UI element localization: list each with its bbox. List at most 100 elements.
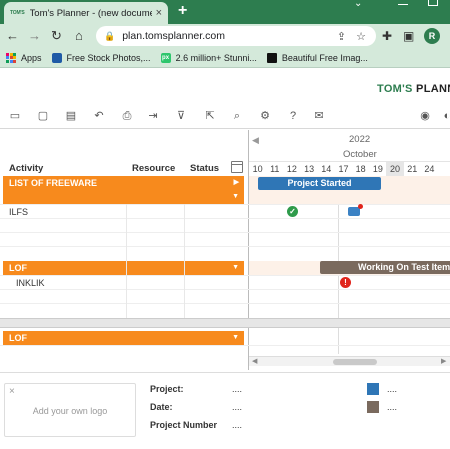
- check-icon[interactable]: ✓: [287, 206, 298, 217]
- import-icon[interactable]: ⇥: [146, 109, 160, 123]
- scroll-left-icon[interactable]: ◀: [252, 357, 257, 367]
- column-separator: [126, 204, 127, 318]
- timeline-group-bg: [249, 190, 450, 204]
- timeline-horizontal-scrollbar[interactable]: ◀ ▶: [249, 356, 450, 366]
- project-label: Project:: [150, 384, 184, 394]
- document-footer: × Add your own logo Project: .... Date: …: [0, 372, 450, 449]
- reload-icon[interactable]: ↻: [51, 28, 62, 44]
- logo-placeholder: Add your own logo: [32, 406, 108, 416]
- group-row-list-of-freeware[interactable]: LIST OF FREEWARE ▶: [3, 176, 244, 190]
- group-row-lof-2[interactable]: LOF ▼: [3, 331, 244, 345]
- legend-value[interactable]: ....: [387, 402, 397, 412]
- scrollbar-thumb[interactable]: [333, 359, 377, 365]
- tab-close-icon[interactable]: ×: [156, 7, 162, 19]
- table-row[interactable]: [0, 232, 450, 246]
- print-icon[interactable]: ⎙: [120, 109, 134, 123]
- minimize-icon[interactable]: [398, 4, 408, 5]
- export-icon[interactable]: ⇱: [203, 109, 217, 123]
- new-document-icon[interactable]: ▭: [8, 109, 22, 123]
- collaborate-icon[interactable]: ◐: [440, 109, 450, 123]
- forward-icon[interactable]: →: [28, 28, 41, 44]
- save-icon[interactable]: ▤: [64, 109, 78, 123]
- group-label: LOF: [9, 263, 27, 273]
- column-activity[interactable]: Activity: [9, 163, 43, 174]
- comment-icon[interactable]: [348, 204, 363, 216]
- scroll-right-icon[interactable]: ▶: [441, 357, 446, 367]
- bookmark-free-stock[interactable]: Free Stock Photos,...: [51, 52, 151, 63]
- share-icon[interactable]: ⇪: [337, 30, 346, 43]
- bookmark-apps[interactable]: Apps: [6, 52, 42, 63]
- open-folder-icon[interactable]: ▢: [36, 109, 50, 123]
- lock-icon[interactable]: 🔒: [104, 31, 115, 42]
- timeline-day: 10: [252, 164, 263, 174]
- timeline-day: 14: [321, 164, 332, 174]
- timeline-day: 18: [355, 164, 366, 174]
- table-row[interactable]: [0, 218, 450, 232]
- column-status[interactable]: Status: [190, 163, 219, 174]
- side-panel-icon[interactable]: ▣: [403, 29, 414, 43]
- settings-gear-icon[interactable]: ⚙: [258, 109, 272, 123]
- gantt-bar-project-started[interactable]: Project Started: [258, 177, 381, 190]
- tab-search-chevron-icon[interactable]: ⌄: [354, 0, 362, 9]
- address-bar[interactable]: 🔒 plan.tomsplanner.com ⇪ ☆: [96, 26, 376, 46]
- timeline-day: 21: [407, 164, 418, 174]
- calendar-icon[interactable]: [231, 161, 243, 173]
- column-resource[interactable]: Resource: [132, 163, 175, 174]
- unsplash-icon: [266, 52, 277, 63]
- mail-icon[interactable]: ✉: [312, 109, 326, 123]
- collapse-icon[interactable]: ▼: [232, 261, 239, 275]
- timeline-day: 13: [304, 164, 315, 174]
- undo-icon[interactable]: ↶: [92, 109, 106, 123]
- project-value[interactable]: ....: [232, 384, 242, 394]
- url-text: plan.tomsplanner.com: [122, 30, 225, 42]
- collapse-icon[interactable]: ▼: [232, 190, 239, 204]
- collapse-icon[interactable]: ▼: [232, 331, 239, 345]
- timeline-header: ◀ 2022 October 10 11 12 13 14 17 18 19 20 21 24: [249, 130, 450, 176]
- date-value[interactable]: ....: [232, 402, 242, 412]
- timeline-day: 12: [286, 164, 297, 174]
- bookmark-label: Apps: [21, 52, 42, 63]
- alert-icon[interactable]: !: [340, 277, 351, 288]
- back-icon[interactable]: ←: [6, 28, 19, 44]
- browser-tabstrip: TOM'S Tom's Planner - (new document) × +…: [0, 0, 450, 24]
- legend-value[interactable]: ....: [387, 384, 397, 394]
- home-icon[interactable]: ⌂: [75, 28, 83, 44]
- help-icon[interactable]: ?: [286, 109, 300, 123]
- new-tab-button[interactable]: +: [178, 2, 187, 20]
- legend-swatch-blue[interactable]: [367, 383, 379, 395]
- extensions-icon[interactable]: ✚: [382, 29, 392, 43]
- table-row[interactable]: [0, 204, 450, 218]
- bookmark-star-icon[interactable]: ☆: [356, 30, 366, 43]
- browser-tab[interactable]: TOM'S Tom's Planner - (new document) ×: [4, 2, 168, 24]
- account-icon[interactable]: ◉: [418, 109, 432, 123]
- remove-logo-icon[interactable]: ×: [9, 386, 15, 397]
- table-row[interactable]: [0, 246, 450, 260]
- search-icon[interactable]: ⌕: [230, 109, 244, 123]
- app-logo: TOM'S PLANNER: [377, 83, 450, 95]
- app-toolbar: ▭ ▢ ▤ ↶ ⎙ ⇥ ⊽ ⇱ ⌕ ⚙ ? ✉ ◉ ◐: [0, 105, 450, 129]
- bookmark-pixabay[interactable]: px 2.6 million+ Stunni...: [160, 52, 257, 63]
- task-label-inklik[interactable]: INKLIK: [16, 276, 45, 290]
- gantt-bar-working-on-test-items[interactable]: Working On Test Items: [320, 261, 450, 274]
- table-row[interactable]: [0, 289, 450, 303]
- group-subrow[interactable]: ▼: [3, 190, 244, 204]
- project-number-value[interactable]: ....: [232, 420, 242, 430]
- table-row[interactable]: [0, 275, 450, 289]
- app-header: TOM'S PLANNER: [0, 69, 450, 105]
- filter-icon[interactable]: ⊽: [174, 109, 188, 123]
- timeline-day: 24: [424, 164, 435, 174]
- group-row-lof[interactable]: LOF ▼: [3, 261, 244, 275]
- timeline-month: October: [343, 149, 377, 160]
- table-row[interactable]: [0, 303, 450, 317]
- profile-avatar[interactable]: R: [424, 28, 440, 44]
- bookmark-unsplash[interactable]: Beautiful Free Imag...: [266, 52, 368, 63]
- timeline-prev-icon[interactable]: ◀: [252, 135, 259, 146]
- task-label-ilfs[interactable]: ILFS: [9, 205, 28, 219]
- expand-icon[interactable]: ▶: [234, 176, 239, 190]
- maximize-icon[interactable]: [428, 0, 438, 6]
- logo-upload-box[interactable]: × Add your own logo: [4, 383, 136, 437]
- browser-toolbar: ← → ↻ ⌂ 🔒 plan.tomsplanner.com ⇪ ☆ ✚ ▣ R: [0, 24, 450, 48]
- legend-swatch-brown[interactable]: [367, 401, 379, 413]
- timeline-days: 10 11 12 13 14 17 18 19 20 21 24: [249, 161, 450, 176]
- project-number-label: Project Number: [150, 420, 218, 430]
